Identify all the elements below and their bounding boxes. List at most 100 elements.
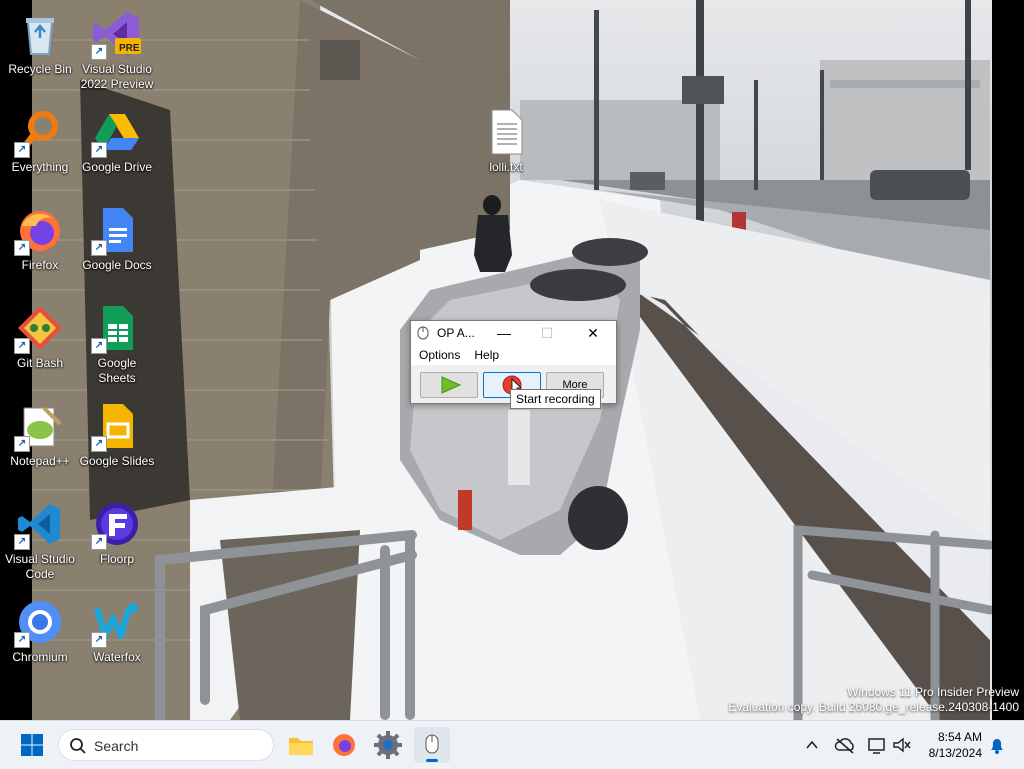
desktop-icon-floorp[interactable]: ↗ Floorp <box>77 494 157 586</box>
desktop-icon-everything[interactable]: ↗ Everything <box>0 102 80 194</box>
monitor-icon <box>868 738 885 754</box>
shortcut-arrow-icon: ↗ <box>14 142 30 158</box>
shortcut-arrow-icon: ↗ <box>14 534 30 550</box>
shortcut-arrow-icon: ↗ <box>14 338 30 354</box>
taskbar-settings[interactable] <box>370 727 406 763</box>
vscode-icon: ↗ <box>14 500 64 550</box>
show-hidden-icons-button[interactable] <box>800 727 824 763</box>
desktop-icon-google-docs[interactable]: ↗ Google Docs <box>77 200 157 292</box>
desktop-icon-label: Visual Studio Code <box>5 552 75 581</box>
waterfox-icon: ↗ <box>91 598 141 648</box>
desktop-icon-label: Google Docs <box>82 258 152 272</box>
desktop-icon-firefox[interactable]: ↗ Firefox <box>0 200 80 292</box>
close-button[interactable]: ✕ <box>573 321 613 345</box>
desktop-icon-label: Everything <box>11 160 69 174</box>
taskbar-op-auto-clicker[interactable] <box>414 727 450 763</box>
desktop-icon-label: Git Bash <box>16 356 64 370</box>
volume-status[interactable] <box>890 727 912 763</box>
speaker-muted-icon <box>893 737 911 753</box>
desktop-icon-git-bash[interactable]: ↗ Git Bash <box>0 298 80 390</box>
menu-bar: Options Help <box>411 345 616 365</box>
watermark-line-2: Evaluation copy. Build 26080.ge_release.… <box>728 700 1019 714</box>
desktop-icon-recycle-bin[interactable]: Recycle Bin <box>0 4 80 96</box>
google-drive-icon: ↗ <box>91 108 141 158</box>
maximize-button[interactable]: ☐ <box>527 321 567 345</box>
desktop-file-lolli-txt[interactable]: lolli.txt <box>466 102 546 194</box>
watermark-line-1: Windows 11 Pro Insider Preview <box>847 685 1019 699</box>
desktop-icon-label: Chromium <box>12 650 68 664</box>
menu-help[interactable]: Help <box>468 348 505 362</box>
shortcut-arrow-icon: ↗ <box>91 436 107 452</box>
shortcut-arrow-icon: ↗ <box>91 240 107 256</box>
tooltip: Start recording <box>510 389 601 409</box>
google-docs-icon: ↗ <box>91 206 141 256</box>
shortcut-arrow-icon: ↗ <box>91 534 107 550</box>
desktop-icon-label: Recycle Bin <box>8 62 72 76</box>
window-title: OP A... <box>437 326 475 340</box>
desktop-icon-label: lolli.txt <box>489 160 523 174</box>
mouse-icon <box>417 326 429 345</box>
shortcut-arrow-icon: ↗ <box>91 44 107 60</box>
display-status[interactable] <box>864 727 890 763</box>
google-slides-icon: ↗ <box>91 402 141 452</box>
start-button[interactable] <box>14 727 50 763</box>
mouse-icon <box>425 734 439 762</box>
git-bash-icon: ↗ <box>14 304 64 354</box>
shortcut-arrow-icon: ↗ <box>14 436 30 452</box>
windows-logo-icon <box>21 734 43 756</box>
chromium-icon: ↗ <box>14 598 64 648</box>
google-sheets-icon: ↗ <box>91 304 141 354</box>
minimize-button[interactable]: — <box>484 321 524 345</box>
taskbar-clock[interactable]: 8:54 AM 8/13/2024 <box>912 729 982 761</box>
shortcut-arrow-icon: ↗ <box>14 240 30 256</box>
taskbar-search[interactable]: Search <box>58 729 274 761</box>
menu-options[interactable]: Options <box>413 348 466 362</box>
notepad-plus-plus-icon: ↗ <box>14 402 64 452</box>
desktop-icon-label: Google Sheets <box>97 356 137 385</box>
desktop-icon-vscode[interactable]: ↗ Visual Studio Code <box>0 494 80 586</box>
taskbar-file-explorer[interactable] <box>283 727 319 763</box>
windows-watermark: Windows 11 Pro Insider Preview Evaluatio… <box>728 685 1019 715</box>
desktop-icon-notepad-plus-plus[interactable]: ↗ Notepad++ <box>0 396 80 488</box>
everything-icon: ↗ <box>14 108 64 158</box>
firefox-icon <box>333 734 355 756</box>
shortcut-arrow-icon: ↗ <box>14 632 30 648</box>
desktop-icon-label: Notepad++ <box>10 454 70 468</box>
desktop-icon-label: Google Slides <box>79 454 155 468</box>
recycle-bin-icon <box>16 10 64 58</box>
notifications-button[interactable] <box>984 727 1010 763</box>
desktop-icon-chromium[interactable]: ↗ Chromium <box>0 592 80 684</box>
shortcut-arrow-icon: ↗ <box>91 632 107 648</box>
desktop-icon-label: Google Drive <box>81 160 153 174</box>
taskbar-firefox[interactable] <box>326 727 362 763</box>
cloud-off-icon <box>834 738 854 754</box>
gear-icon <box>374 731 402 759</box>
desktop-icon-label: Floorp <box>99 552 134 566</box>
desktop-icon-label: Waterfox <box>93 650 141 664</box>
chevron-up-icon <box>806 740 818 749</box>
bell-icon <box>991 739 1003 754</box>
taskbar: Search 8:54 AM 8/13/2024 <box>0 720 1024 769</box>
visual-studio-icon: PRE ↗ <box>91 10 141 60</box>
window-titlebar[interactable]: OP A... — ☐ ✕ <box>411 321 616 345</box>
shortcut-arrow-icon: ↗ <box>91 338 107 354</box>
play-icon <box>441 376 462 394</box>
folder-icon <box>289 738 313 755</box>
clock-time: 8:54 AM <box>937 730 982 744</box>
shortcut-arrow-icon: ↗ <box>91 142 107 158</box>
desktop-icon-label: Firefox <box>21 258 59 272</box>
play-button[interactable] <box>420 372 478 398</box>
text-file-icon <box>482 108 530 156</box>
desktop-icon-waterfox[interactable]: ↗ Waterfox <box>77 592 157 684</box>
clock-date: 8/13/2024 <box>928 746 982 760</box>
pre-badge: PRE <box>119 43 140 54</box>
desktop-icon-google-sheets[interactable]: ↗ Google Sheets <box>77 298 157 390</box>
search-icon <box>70 738 86 754</box>
search-placeholder: Search <box>94 738 139 754</box>
desktop-icon-google-drive[interactable]: ↗ Google Drive <box>77 102 157 194</box>
desktop-icon-visual-studio-preview[interactable]: PRE ↗ Visual Studio 2022 Preview <box>77 4 157 96</box>
floorp-icon: ↗ <box>91 500 141 550</box>
firefox-icon: ↗ <box>14 206 64 256</box>
desktop-icon-google-slides[interactable]: ↗ Google Slides <box>77 396 157 488</box>
network-status[interactable] <box>832 727 858 763</box>
